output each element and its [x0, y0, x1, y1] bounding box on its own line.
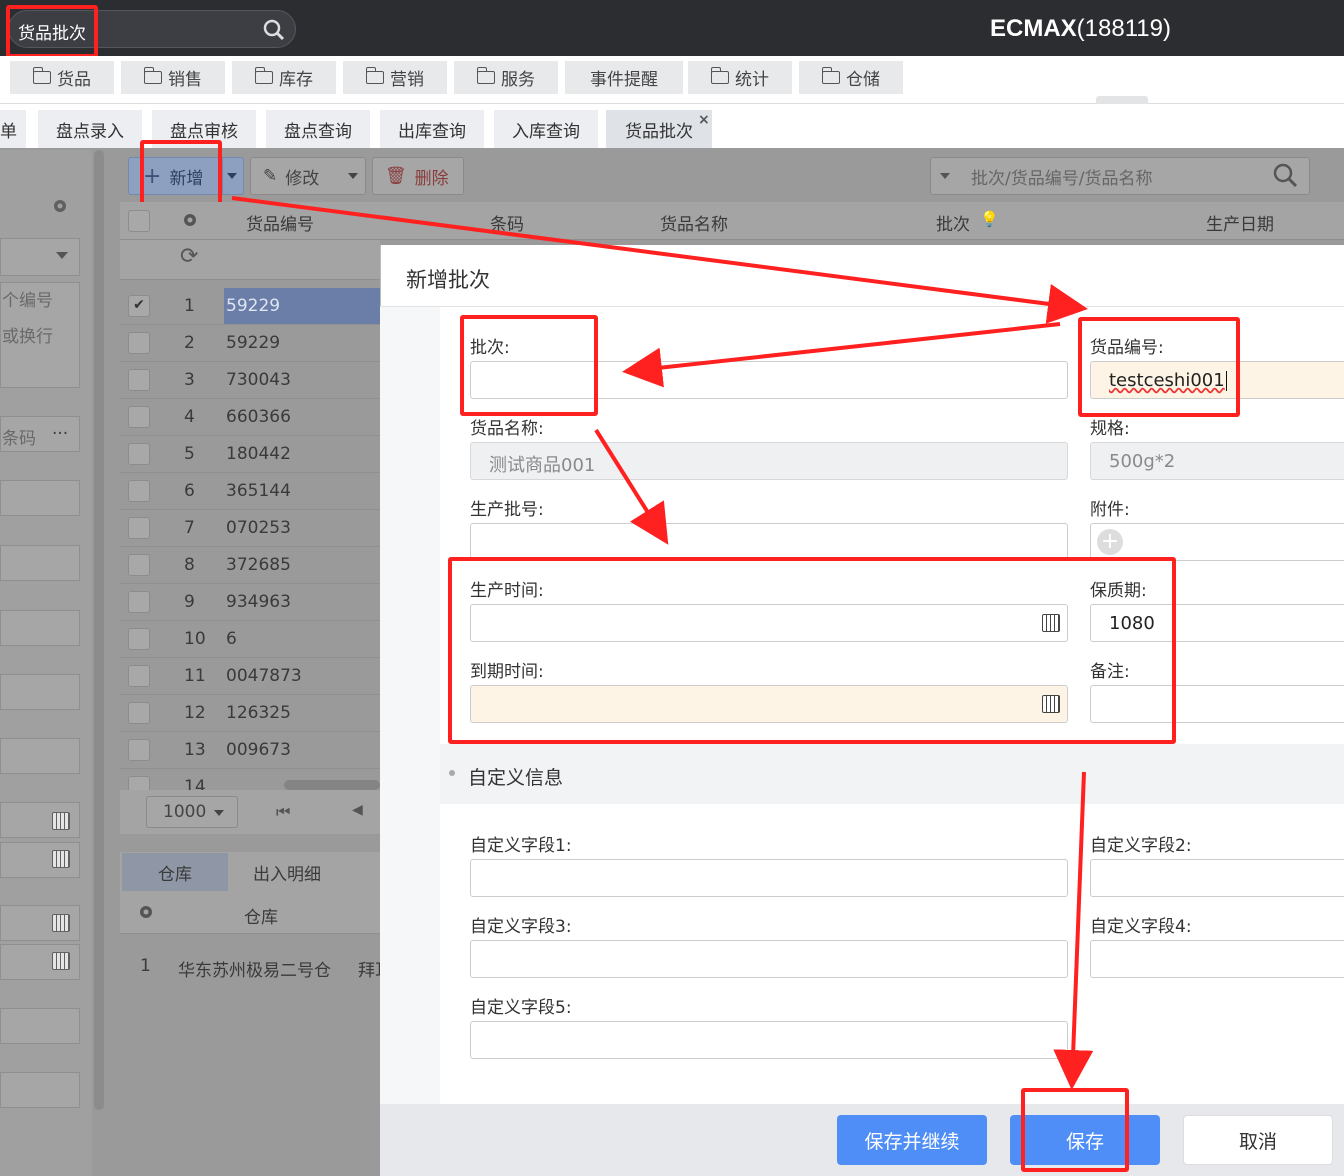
annotation-arrows [231, 196, 1094, 1090]
